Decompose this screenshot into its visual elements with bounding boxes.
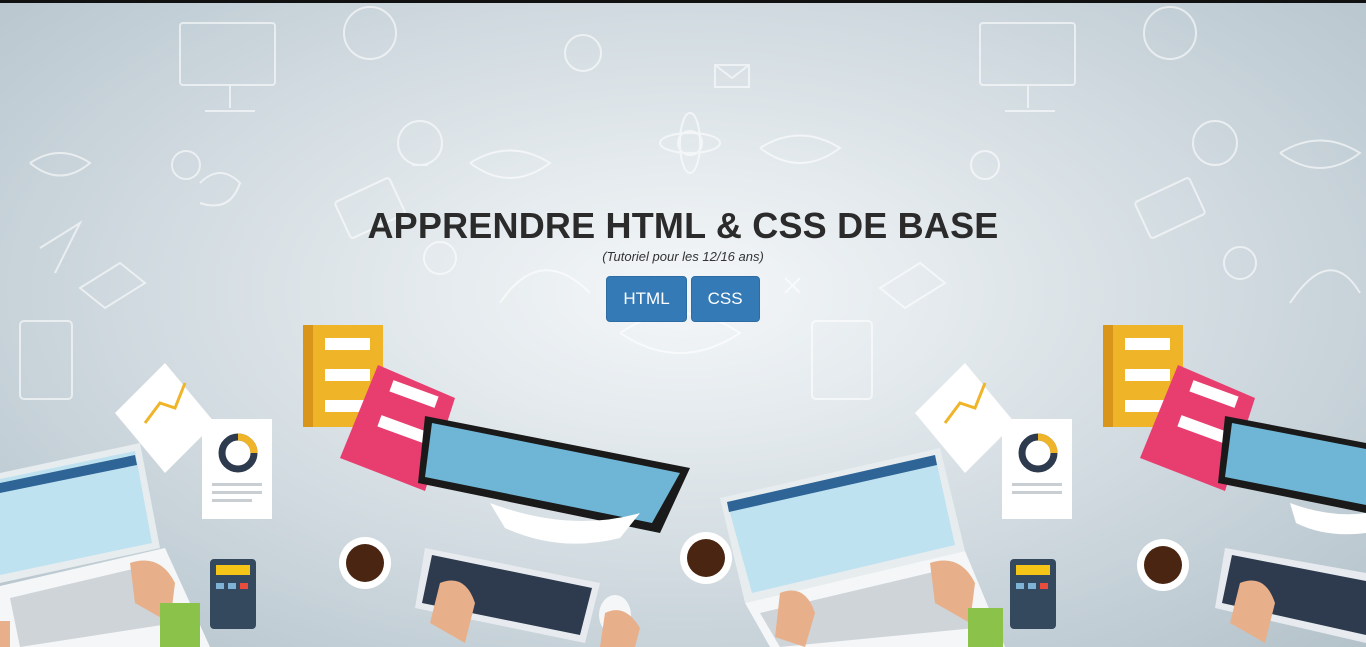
monitor-center xyxy=(418,416,690,544)
keyboard-center xyxy=(415,548,640,647)
hero-background-illustration xyxy=(0,6,1366,647)
keyboard-right xyxy=(1215,548,1366,643)
laptop-left-illustration xyxy=(0,443,210,647)
calculator-right xyxy=(1010,559,1056,629)
laptop-right-illustration xyxy=(720,448,1005,647)
page-title: APPRENDRE HTML & CSS DE BASE xyxy=(367,205,999,246)
css-button[interactable]: CSS xyxy=(690,276,760,322)
calculator-left xyxy=(210,559,256,629)
monitor-right xyxy=(1218,416,1366,535)
page-subtitle: (Tutoriel pour les 12/16 ans) xyxy=(602,249,764,264)
nav-button-group: HTML CSS xyxy=(606,276,760,322)
hero-section: APPRENDRE HTML & CSS DE BASE (Tutoriel p… xyxy=(0,3,1366,647)
html-button[interactable]: HTML xyxy=(606,276,687,322)
hero-content: APPRENDRE HTML & CSS DE BASE (Tutoriel p… xyxy=(0,203,1366,322)
